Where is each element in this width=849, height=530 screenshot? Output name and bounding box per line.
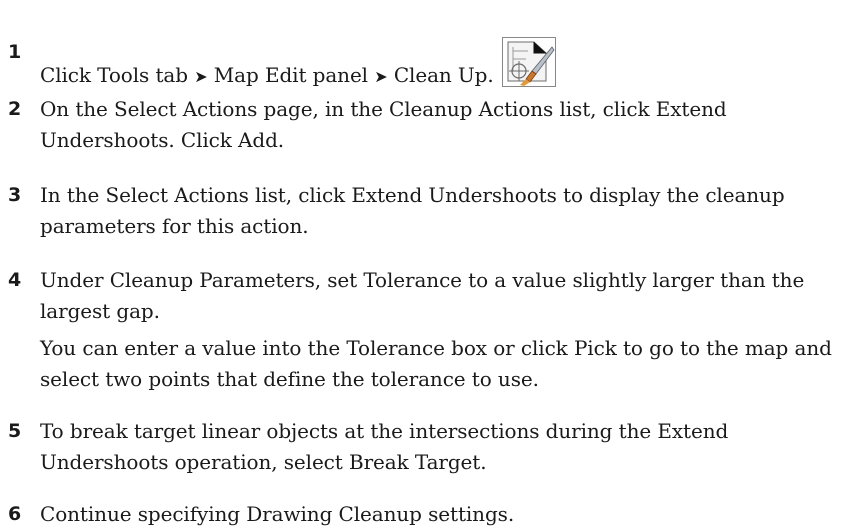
step-number: 1	[8, 41, 22, 63]
step-body: Under Cleanup Parameters, set Tolerance …	[40, 265, 845, 395]
step-text: In the Select Actions list, click Extend…	[40, 183, 785, 238]
arrow-separator-icon: ➤	[194, 67, 208, 86]
arrow-separator-icon: ➤	[374, 67, 388, 86]
step-note: You can enter a value into the Tolerance…	[40, 336, 832, 391]
step-1-part-tools-tab: Click Tools tab	[40, 63, 188, 87]
step-1-part-map-edit-panel: Map Edit panel	[213, 63, 368, 87]
step-number: 3	[8, 184, 22, 206]
step-text: Click Tools tab ➤ Map Edit panel ➤ Clean…	[40, 37, 845, 92]
step-text: Continue specifying Drawing Cleanup sett…	[40, 502, 515, 526]
step-number: 2	[8, 98, 22, 120]
step-number: 6	[8, 503, 22, 525]
step-number: 4	[8, 269, 22, 291]
clean-up-icon	[501, 37, 556, 87]
step-1-part-clean-up: Clean Up.	[393, 63, 494, 87]
step-text: Under Cleanup Parameters, set Tolerance …	[40, 268, 805, 323]
step-number: 5	[8, 420, 22, 442]
step-text: To break target linear objects at the in…	[40, 419, 729, 474]
step-text: On the Select Actions page, in the Clean…	[40, 97, 727, 152]
